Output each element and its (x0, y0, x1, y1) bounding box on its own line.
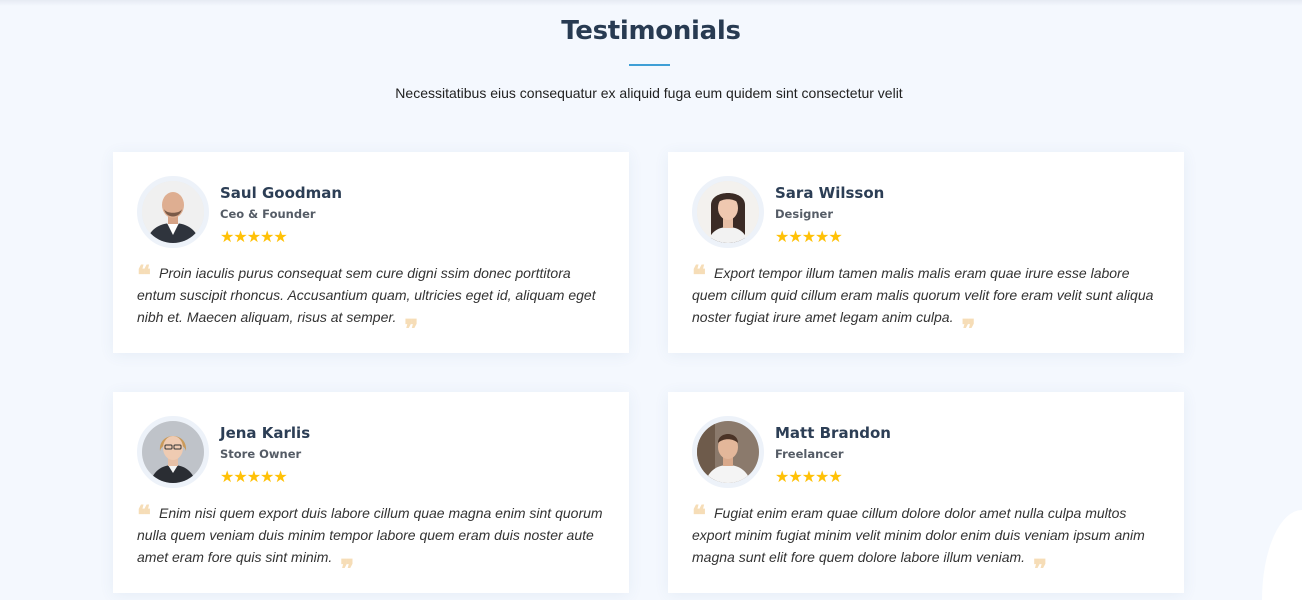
reviewer-name: Jena Karlis (220, 424, 311, 442)
section-subtitle: Necessitatibus eius consequatur ex aliqu… (395, 85, 903, 101)
avatar (692, 416, 764, 488)
testimonial-card: Matt Brandon Freelancer ★★★★★ ❝ Fugiat en… (668, 392, 1184, 593)
quote-left-icon: ❝ (692, 501, 706, 531)
avatar (692, 176, 764, 248)
testimonial-quote: ❝ Proin iaculis purus consequat sem cure … (137, 261, 611, 343)
reviewer-role: Store Owner (220, 447, 302, 461)
testimonial-quote: ❝ Fugiat enim eram quae cillum dolore dol… (692, 501, 1166, 583)
star-rating: ★★★★★ (775, 469, 843, 486)
quote-right-icon: ❞ (340, 555, 355, 585)
section-title: Testimonials (561, 16, 741, 46)
quote-body: Enim nisi quem export duis labore cillum… (137, 505, 603, 565)
quote-left-icon: ❝ (137, 261, 151, 291)
quote-body: Export tempor illum tamen malis malis er… (692, 265, 1154, 325)
quote-right-icon: ❞ (961, 315, 976, 345)
testimonial-quote: ❝ Enim nisi quem export duis labore cillu… (137, 501, 611, 583)
quote-body: Proin iaculis purus consequat sem cure d… (137, 265, 596, 325)
quote-left-icon: ❝ (692, 261, 706, 291)
star-rating: ★★★★★ (220, 229, 288, 246)
star-rating: ★★★★★ (220, 469, 288, 486)
quote-left-icon: ❝ (137, 501, 151, 531)
reviewer-name: Saul Goodman (220, 184, 343, 202)
reviewer-role: Designer (775, 207, 834, 221)
reviewer-role: Freelancer (775, 447, 844, 461)
star-rating: ★★★★★ (775, 229, 843, 246)
avatar (137, 176, 209, 248)
testimonial-card: Sara Wilsson Designer ★★★★★ ❝ Export temp… (668, 152, 1184, 353)
testimonial-quote: ❝ Export tempor illum tamen malis malis e… (692, 261, 1166, 343)
avatar (137, 416, 209, 488)
testimonial-card: Jena Karlis Store Owner ★★★★★ ❝ Enim nisi… (113, 392, 629, 593)
quote-right-icon: ❞ (1033, 555, 1048, 585)
reviewer-name: Sara Wilsson (775, 184, 885, 202)
reviewer-name: Matt Brandon (775, 424, 891, 442)
title-underline (629, 64, 670, 66)
reviewer-role: Ceo & Founder (220, 207, 316, 221)
quote-right-icon: ❞ (404, 315, 419, 345)
testimonial-card: Saul Goodman Ceo & Founder ★★★★★ ❝ Proin … (113, 152, 629, 353)
header-shadow (0, 0, 1302, 6)
decorative-shape (1262, 510, 1302, 600)
quote-body: Fugiat enim eram quae cillum dolore dolo… (692, 505, 1145, 565)
